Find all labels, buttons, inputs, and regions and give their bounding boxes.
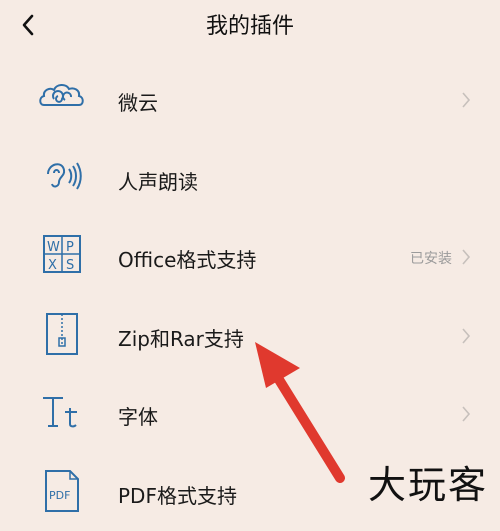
plugin-row-voice-reading[interactable]: 人声朗读 xyxy=(0,139,500,217)
chevron-right-icon xyxy=(462,249,471,265)
font-tt-icon xyxy=(34,384,90,440)
chevron-right-icon xyxy=(462,92,471,108)
svg-text:PDF: PDF xyxy=(49,489,70,502)
plugin-label: Zip和Rar支持 xyxy=(118,327,244,351)
plugin-label: 人声朗读 xyxy=(118,170,198,194)
chevron-right-icon xyxy=(462,328,471,344)
zip-archive-icon xyxy=(34,306,90,362)
office-wpxs-icon: W P X S xyxy=(34,226,90,282)
plugin-label: 微云 xyxy=(118,91,158,115)
installed-status: 已安装 xyxy=(410,251,452,267)
ear-sound-icon xyxy=(34,148,90,204)
plugin-row-office[interactable]: W P X S Office格式支持 已安装 xyxy=(0,217,500,295)
svg-text:P: P xyxy=(66,240,74,255)
svg-text:X: X xyxy=(48,258,57,273)
chevron-right-icon xyxy=(462,406,471,422)
cloud-icon xyxy=(34,68,90,124)
plugin-label: 字体 xyxy=(118,405,158,429)
watermark-logo: 大玩客 xyxy=(367,463,488,507)
plugin-label: Office格式支持 xyxy=(118,248,257,272)
svg-text:W: W xyxy=(47,240,60,255)
pdf-file-icon: PDF xyxy=(34,463,90,519)
svg-text:S: S xyxy=(66,258,74,273)
plugin-label: PDF格式支持 xyxy=(118,484,237,508)
plugin-row-font[interactable]: 字体 xyxy=(0,374,500,452)
page-title: 我的插件 xyxy=(205,14,294,39)
plugin-row-zip-rar[interactable]: Zip和Rar支持 xyxy=(0,296,500,374)
header-bar: 我的插件 xyxy=(0,0,500,50)
plugin-row-weiyun[interactable]: 微云 xyxy=(0,60,500,138)
